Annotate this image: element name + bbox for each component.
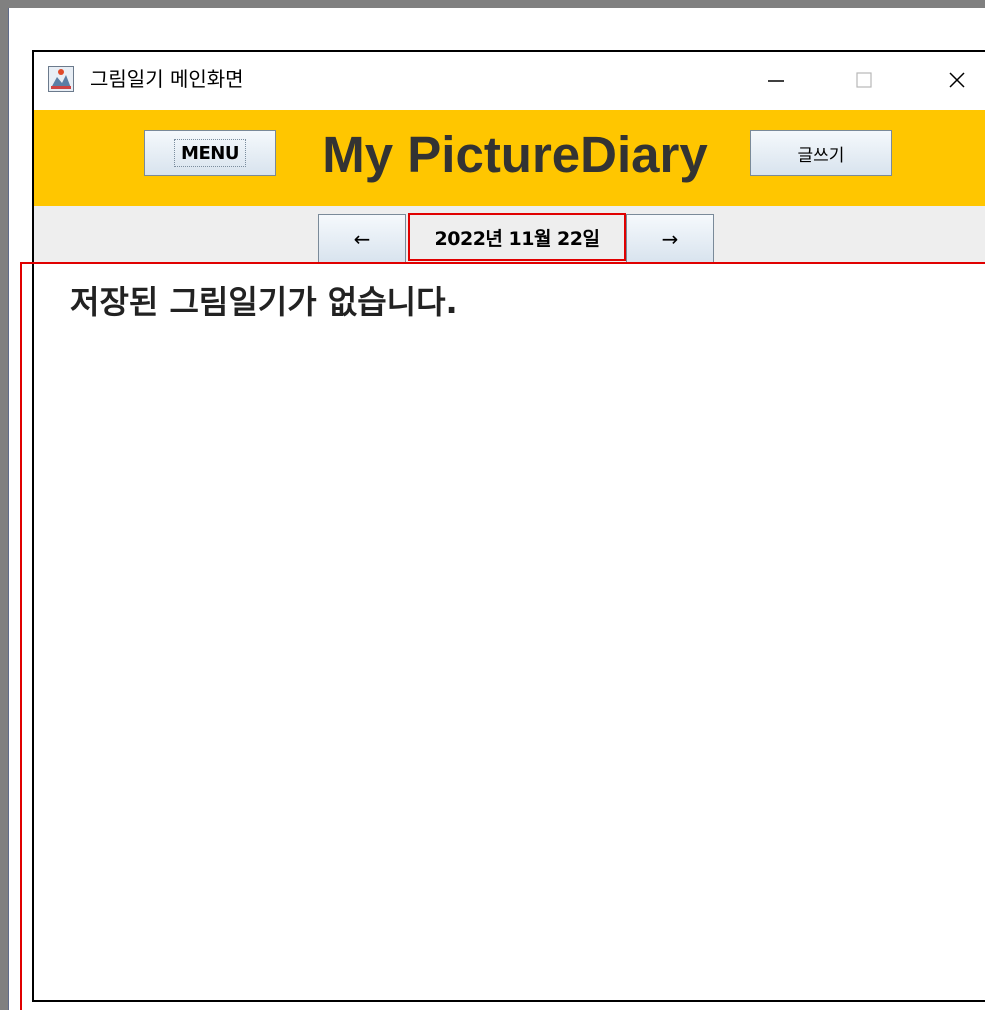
write-button[interactable]: 글쓰기 [750, 130, 892, 176]
date-navigation-bar: ← 2022년 11월 22일 → [34, 206, 985, 264]
close-button[interactable] [927, 60, 985, 100]
maximize-button[interactable] [834, 60, 894, 100]
next-date-button[interactable]: → [626, 214, 714, 264]
content-highlight-border [20, 262, 985, 1010]
outer-frame-top-border [0, 0, 985, 8]
outer-frame-left-border [0, 0, 8, 1010]
window-title: 그림일기 메인화면 [90, 67, 244, 91]
maximize-icon [856, 72, 872, 88]
minimize-button[interactable] [746, 60, 806, 100]
outer-frame-left-line [8, 8, 9, 1010]
title-bar[interactable]: 그림일기 메인화면 [34, 52, 985, 110]
minimize-icon [768, 80, 784, 82]
empty-diary-message: 저장된 그림일기가 없습니다. [70, 283, 458, 321]
close-icon [949, 72, 965, 88]
java-app-icon [48, 66, 74, 92]
app-title: My PictureDiary [322, 126, 708, 183]
menu-button[interactable]: MENU [144, 130, 276, 176]
current-date-label: 2022년 11월 22일 [408, 213, 626, 261]
menu-button-label: MENU [174, 139, 246, 167]
previous-date-button[interactable]: ← [318, 214, 406, 264]
header-bar: MENU My PictureDiary 글쓰기 [34, 110, 985, 206]
